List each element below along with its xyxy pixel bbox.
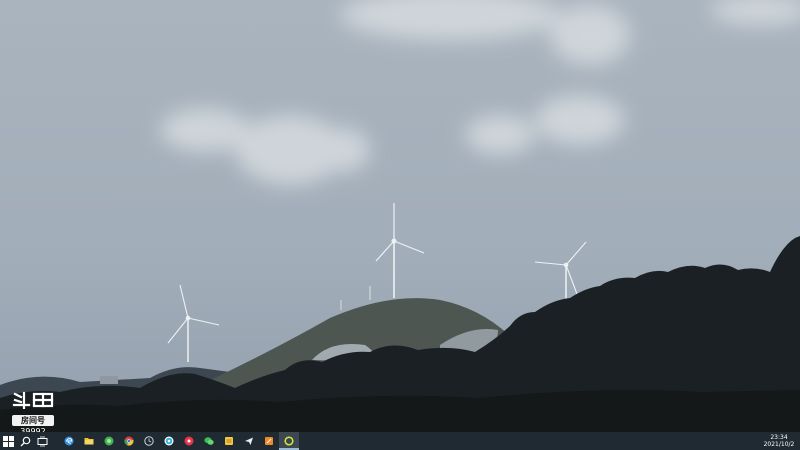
taskbar-app-plane[interactable] xyxy=(239,432,259,450)
taskbar-app-red[interactable] xyxy=(179,432,199,450)
chrome-icon xyxy=(124,436,134,446)
douyu-watermark: 房间号 39992 xyxy=(12,391,58,436)
taskbar: 23:34 2021/10/2 xyxy=(0,432,800,450)
file-explorer-icon xyxy=(84,438,94,445)
cyan-app-icon xyxy=(164,436,174,446)
task-view-button[interactable] xyxy=(34,432,51,450)
room-badge: 房间号 xyxy=(12,415,54,426)
search-button[interactable] xyxy=(17,432,34,450)
taskbar-app-file-explorer[interactable] xyxy=(79,432,99,450)
taskbar-app-notes[interactable] xyxy=(219,432,239,450)
taskbar-app-clock[interactable] xyxy=(139,432,159,450)
start-button[interactable] xyxy=(0,432,17,450)
desktop-wallpaper xyxy=(0,0,800,432)
clock-app-icon xyxy=(144,436,154,446)
wechat-icon xyxy=(204,437,214,445)
red-app-icon xyxy=(184,436,194,446)
taskbar-app-edge[interactable] xyxy=(59,432,79,450)
taskbar-app-chrome[interactable] xyxy=(119,432,139,450)
orange-app-icon xyxy=(265,437,273,445)
clock-time: 23:34 xyxy=(770,434,788,441)
taskbar-app-cyan[interactable] xyxy=(159,432,179,450)
windows-logo-icon xyxy=(3,435,14,447)
taskbar-app-circle-active[interactable] xyxy=(279,432,299,450)
clock-date: 2021/10/2 xyxy=(763,441,795,448)
notes-app-icon xyxy=(225,437,233,445)
taskbar-app-orange[interactable] xyxy=(259,432,279,450)
search-icon xyxy=(20,436,31,446)
system-tray-clock[interactable]: 23:34 2021/10/2 xyxy=(760,432,800,450)
douyu-logo xyxy=(12,391,54,410)
plane-app-icon xyxy=(245,437,253,445)
taskbar-app-green[interactable] xyxy=(99,432,119,450)
task-view-icon xyxy=(37,436,48,446)
green-app-icon xyxy=(104,436,114,446)
circle-app-icon xyxy=(284,436,294,446)
taskbar-app-wechat[interactable] xyxy=(199,432,219,450)
edge-browser-icon xyxy=(64,436,74,446)
